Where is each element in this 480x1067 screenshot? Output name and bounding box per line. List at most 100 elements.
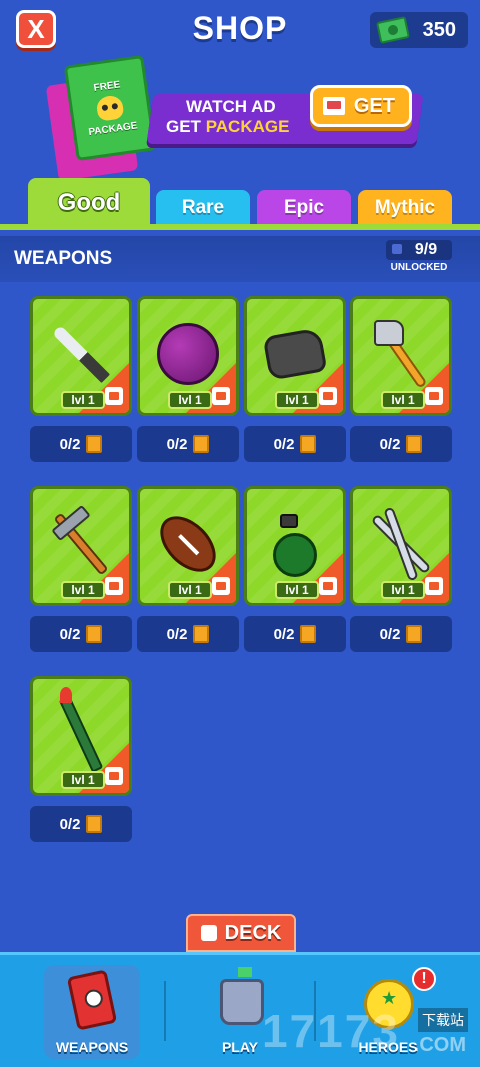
card-count-value: 0/2 bbox=[273, 435, 295, 453]
card-icon bbox=[193, 435, 210, 453]
free-package-icon[interactable]: FREE PACKAGE bbox=[63, 54, 157, 162]
card-icon bbox=[86, 435, 103, 453]
section-header: WEAPONS 9/9 UNLOCKED bbox=[0, 236, 480, 282]
weapon-card-grenade[interactable]: lvl 1 0/2 bbox=[244, 486, 346, 652]
skull-icon bbox=[95, 94, 125, 122]
currency-amount: 350 bbox=[422, 18, 456, 41]
card-count: 0/2 bbox=[350, 426, 452, 462]
upgrade-icon bbox=[212, 387, 230, 405]
weapon-tile[interactable]: lvl 1 bbox=[350, 296, 452, 416]
clapperboard-icon bbox=[323, 97, 345, 115]
level-badge: lvl 1 bbox=[61, 581, 105, 599]
upgrade-icon bbox=[105, 387, 123, 405]
axe-head-icon bbox=[374, 320, 405, 347]
deck-icon bbox=[200, 925, 217, 941]
card-count: 0/2 bbox=[30, 806, 132, 842]
unlocked-count-value: 9/9 bbox=[414, 241, 438, 258]
nav-heroes-label: HEROES bbox=[358, 1039, 418, 1055]
weapon-tile[interactable]: lvl 1 bbox=[350, 486, 452, 606]
upgrade-icon bbox=[425, 577, 443, 595]
nav-divider bbox=[164, 981, 166, 1041]
card-icon bbox=[406, 625, 423, 643]
nav-weapons[interactable]: WEAPONS bbox=[44, 965, 140, 1059]
unlocked-count: 9/9 bbox=[386, 240, 452, 260]
tab-mythic[interactable]: Mythic bbox=[358, 190, 452, 226]
get-label: GET bbox=[353, 94, 395, 117]
section-title: WEAPONS bbox=[14, 248, 113, 269]
card-icon bbox=[300, 625, 317, 643]
weapon-tile[interactable]: lvl 1 bbox=[244, 296, 346, 416]
weapon-card-knife[interactable]: lvl 1 0/2 bbox=[30, 296, 132, 462]
level-badge: lvl 1 bbox=[168, 581, 212, 599]
rarity-tabs: Good Rare Epic Mythic bbox=[0, 178, 480, 228]
rocket-tip-icon bbox=[59, 686, 72, 703]
weapon-card-rocket-launcher[interactable]: lvl 1 0/2 bbox=[30, 676, 132, 842]
get-package-button[interactable]: GET bbox=[310, 85, 412, 127]
upgrade-icon bbox=[105, 577, 123, 595]
weapon-card-football[interactable]: lvl 1 0/2 bbox=[137, 486, 239, 652]
unlocked-label: UNLOCKED bbox=[390, 262, 448, 273]
card-icon bbox=[193, 625, 210, 643]
weapon-tile[interactable]: lvl 1 bbox=[30, 486, 132, 606]
deck-label: DECK bbox=[224, 921, 282, 944]
pack-label-top: FREE bbox=[93, 79, 121, 95]
unlock-status: 9/9 UNLOCKED bbox=[382, 240, 456, 278]
weapon-tile[interactable]: lvl 1 bbox=[137, 296, 239, 416]
nav-heroes[interactable]: ! HEROES bbox=[340, 965, 436, 1059]
bottom-nav: WEAPONS PLAY ! HEROES bbox=[0, 952, 480, 1067]
upgrade-icon bbox=[212, 577, 230, 595]
hero-icon bbox=[364, 979, 414, 1029]
upgrade-icon bbox=[319, 387, 337, 405]
card-icon bbox=[300, 435, 317, 453]
tab-good[interactable]: Good bbox=[28, 178, 150, 228]
nav-weapons-label: WEAPONS bbox=[55, 1039, 129, 1055]
flag-icon bbox=[238, 967, 252, 977]
banner-line1: WATCH AD bbox=[186, 97, 276, 116]
card-count-value: 0/2 bbox=[166, 435, 188, 453]
card-count: 0/2 bbox=[244, 616, 346, 652]
castle-icon bbox=[220, 979, 264, 1025]
weapon-card-axe[interactable]: lvl 1 0/2 bbox=[350, 296, 452, 462]
level-badge: lvl 1 bbox=[381, 391, 425, 409]
card-icon bbox=[86, 625, 103, 643]
weapon-tile[interactable]: lvl 1 bbox=[30, 676, 132, 796]
card-count-value: 0/2 bbox=[273, 625, 295, 643]
card-count: 0/2 bbox=[350, 616, 452, 652]
tab-good-label: Good bbox=[57, 189, 121, 216]
upgrade-icon bbox=[319, 577, 337, 595]
weapon-tile[interactable]: lvl 1 bbox=[30, 296, 132, 416]
top-bar: X SHOP 350 bbox=[0, 0, 480, 60]
card-count-value: 0/2 bbox=[59, 435, 81, 453]
tab-epic[interactable]: Epic bbox=[257, 190, 351, 226]
nav-divider bbox=[314, 981, 316, 1041]
card-icon bbox=[86, 815, 103, 833]
card-count: 0/2 bbox=[137, 426, 239, 462]
level-badge: lvl 1 bbox=[61, 391, 105, 409]
tab-rare[interactable]: Rare bbox=[156, 190, 250, 226]
weapon-tile[interactable]: lvl 1 bbox=[244, 486, 346, 606]
weapon-card-bowling-ball[interactable]: lvl 1 0/2 bbox=[137, 296, 239, 462]
card-count: 0/2 bbox=[30, 426, 132, 462]
upgrade-icon bbox=[425, 387, 443, 405]
banner-line2-prefix: GET bbox=[166, 117, 201, 136]
weapon-tile[interactable]: lvl 1 bbox=[137, 486, 239, 606]
card-count: 0/2 bbox=[244, 426, 346, 462]
card-count-value: 0/2 bbox=[166, 625, 188, 643]
upgrade-icon bbox=[105, 767, 123, 785]
weapon-card-scissors[interactable]: lvl 1 0/2 bbox=[350, 486, 452, 652]
level-badge: lvl 1 bbox=[275, 581, 319, 599]
card-count-value: 0/2 bbox=[379, 435, 401, 453]
weapon-card-hammer[interactable]: lvl 1 0/2 bbox=[30, 486, 132, 652]
nav-play[interactable]: PLAY bbox=[192, 965, 288, 1059]
alert-badge: ! bbox=[412, 967, 436, 991]
nav-play-label: PLAY bbox=[221, 1039, 259, 1055]
grenade-pin-icon bbox=[280, 513, 299, 528]
weapon-card-rock[interactable]: lvl 1 0/2 bbox=[244, 296, 346, 462]
card-count-value: 0/2 bbox=[59, 625, 81, 643]
card-count-value: 0/2 bbox=[59, 815, 81, 833]
level-badge: lvl 1 bbox=[61, 771, 105, 789]
card-icon bbox=[406, 435, 423, 453]
card-count: 0/2 bbox=[137, 616, 239, 652]
level-badge: lvl 1 bbox=[381, 581, 425, 599]
deck-button[interactable]: DECK bbox=[186, 914, 296, 952]
